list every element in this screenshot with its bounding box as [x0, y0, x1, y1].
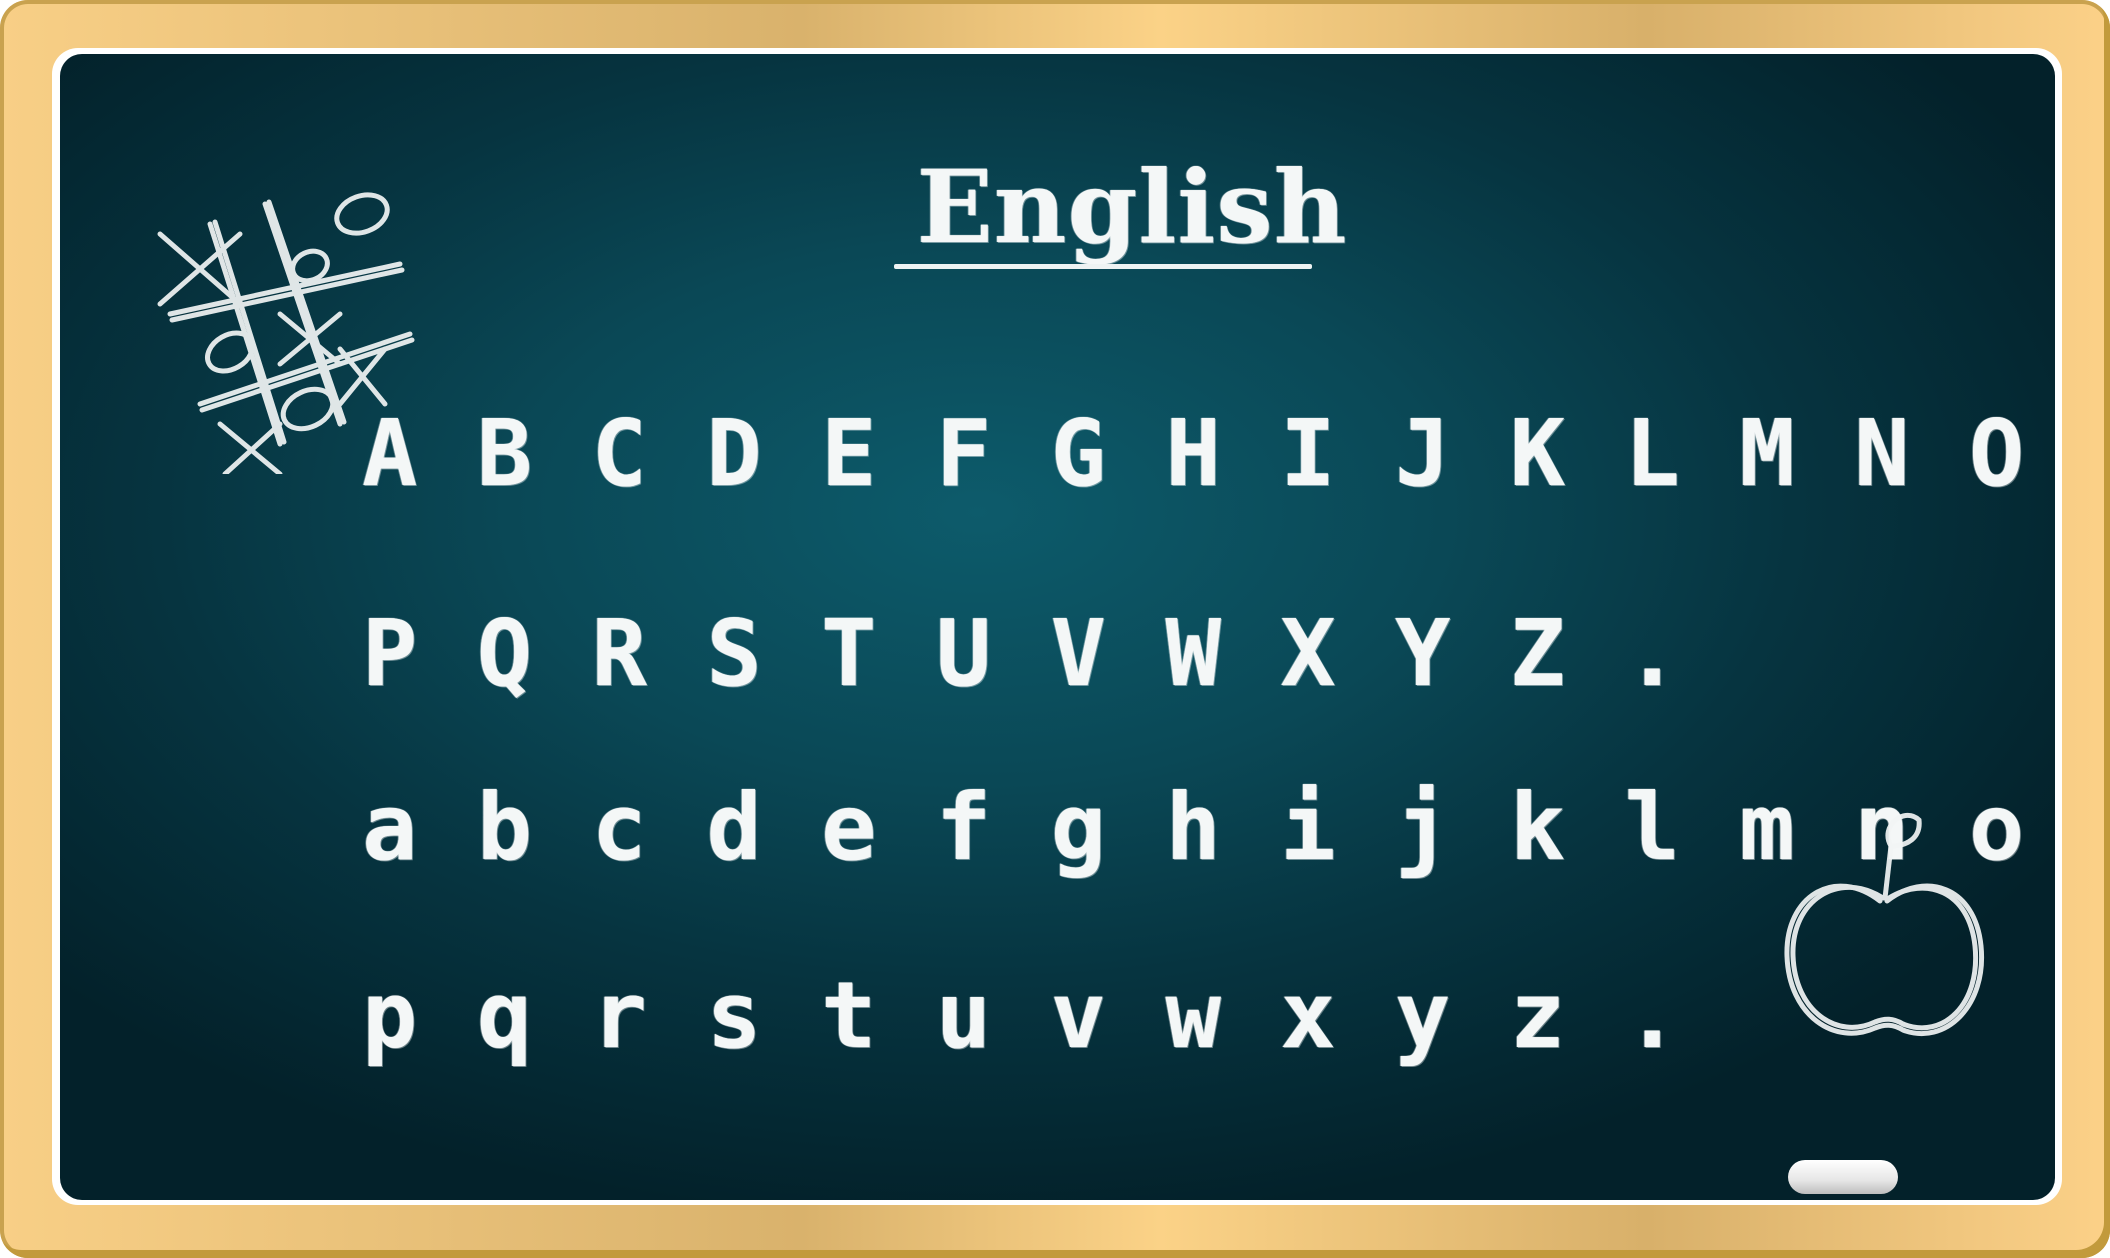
- uppercase-row-2: P Q R S T U V W X Y Z .: [362, 600, 1682, 707]
- apple-icon: [1784, 812, 1985, 1037]
- title-underline: [894, 264, 1312, 269]
- uppercase-row-1: A B C D E F G H I J K L M N O: [362, 400, 2027, 507]
- chalk-stick-icon: [1788, 1160, 1898, 1194]
- chalkboard: English A B C D E F G H I J K L M N O P …: [60, 54, 2055, 1200]
- lowercase-row-2: p q r s t u v w x y z .: [362, 962, 1682, 1069]
- board-title: English: [916, 148, 1348, 266]
